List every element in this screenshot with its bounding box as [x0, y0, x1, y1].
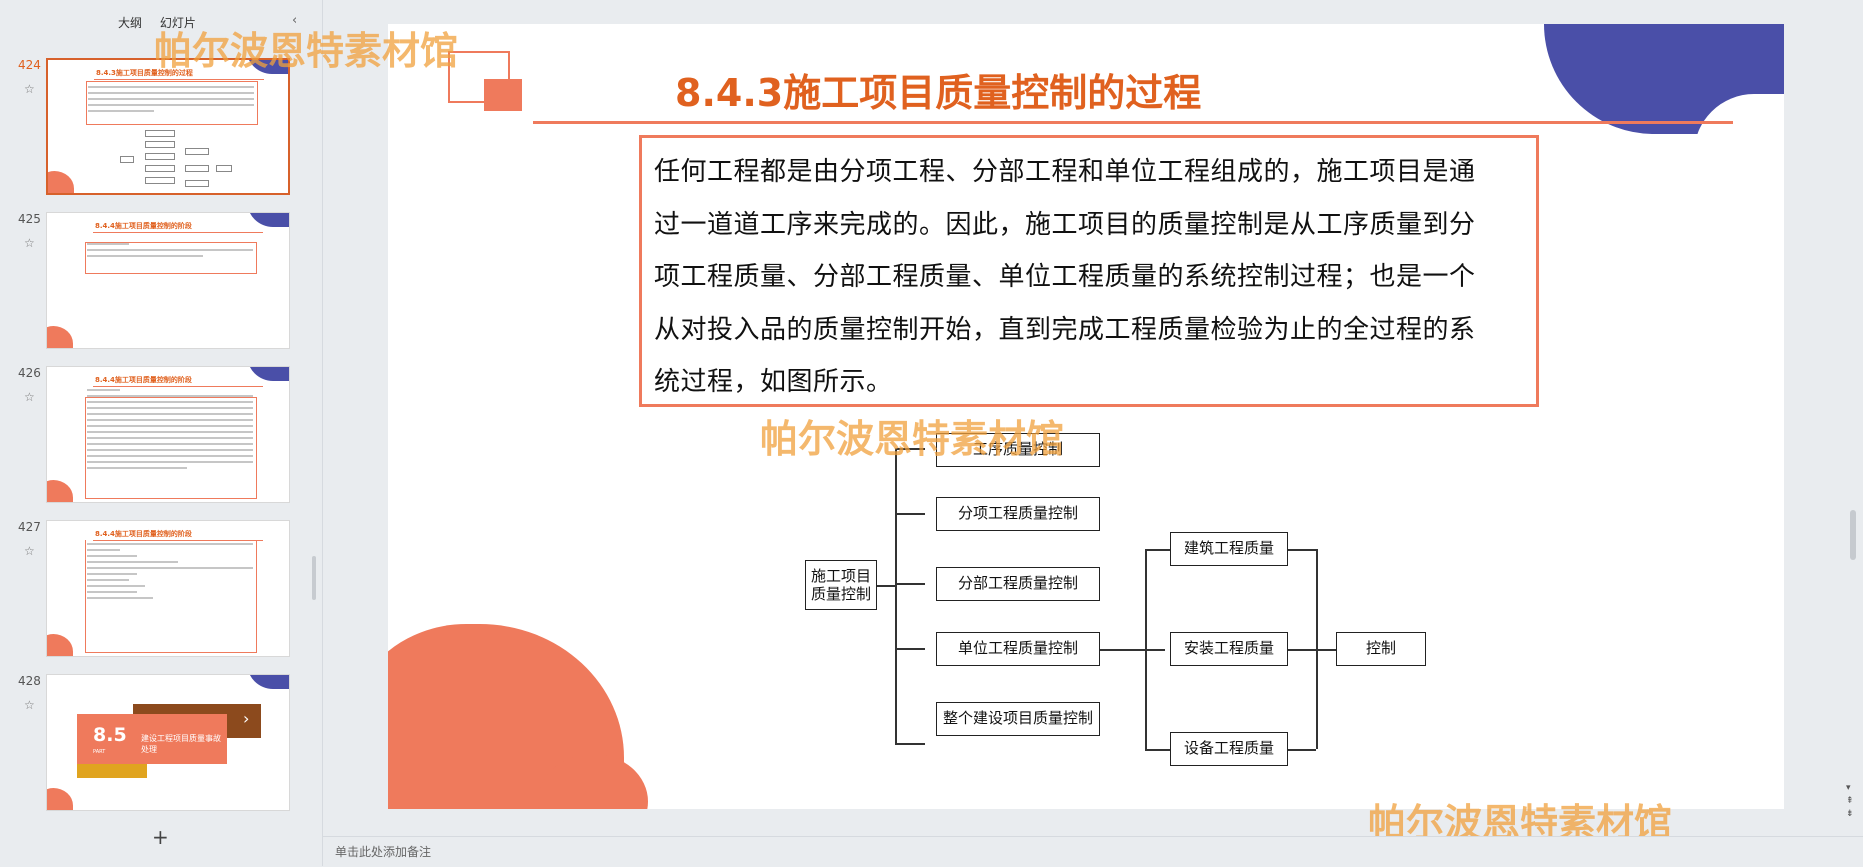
previous-page-icon: ⇞	[1846, 796, 1854, 806]
thumbnail-title: 8.4.4施工项目质量控制的阶段	[95, 376, 192, 384]
thumbnail-title: 8.4.4施工项目质量控制的阶段	[95, 530, 192, 538]
tab-outline[interactable]: 大纲	[118, 16, 142, 30]
body-line: 从对投入品的质量控制开始，直到完成工程质量检验为止的全过程的系	[654, 314, 1476, 345]
diagram-node: 控制	[1336, 632, 1426, 666]
mini-node	[145, 177, 175, 184]
vertical-scrollbar[interactable]	[1850, 510, 1856, 560]
decoration-blue	[247, 367, 289, 381]
thumbnail-row[interactable]: 428 ☆ 8.5 PART 建设工程项目质量事故处理 ›	[0, 674, 322, 814]
text-lines	[88, 82, 254, 116]
mini-node	[185, 148, 209, 155]
body-line: 统过程，如图所示。	[654, 367, 893, 397]
mini-node	[145, 153, 175, 160]
star-icon[interactable]: ☆	[24, 698, 35, 712]
title-rule	[94, 79, 264, 80]
text-lines	[87, 239, 253, 261]
star-icon[interactable]: ☆	[24, 82, 35, 96]
slide-number: 425	[18, 212, 41, 226]
slide-number: 427	[18, 520, 41, 534]
diagram-node: 安装工程质量	[1170, 632, 1288, 666]
next-page-icon: ⇟	[1846, 809, 1854, 819]
connector	[1288, 749, 1316, 751]
decoration-blue	[247, 213, 289, 227]
body-text-box[interactable]: 任何工程都是由分项工程、分部工程和单位工程组成的，施工项目是通 过一道道工序来完…	[639, 135, 1539, 407]
slide-thumbnail-panel: 大纲 幻灯片 ‹ 424 ☆ 8.4.3施工项目质量控制的过程 425 ☆ 8.…	[0, 0, 323, 866]
panel-splitter-handle[interactable]	[312, 556, 316, 600]
star-icon[interactable]: ☆	[24, 390, 35, 404]
body-line: 过一道道工序来完成的。因此，施工项目的质量控制是从工序质量到分	[654, 209, 1476, 240]
mini-node	[145, 130, 175, 137]
slide-number: 424	[18, 58, 41, 72]
connector	[1100, 649, 1165, 651]
decoration-orange	[47, 326, 73, 348]
diagram-node: 分部工程质量控制	[936, 567, 1100, 601]
decoration-orange	[47, 480, 73, 502]
diagram-node: 建筑工程质量	[1170, 532, 1288, 566]
thumbnail-row[interactable]: 427 ☆ 8.4.4施工项目质量控制的阶段	[0, 520, 322, 660]
diagram-node: 设备工程质量	[1170, 732, 1288, 766]
mini-node	[185, 165, 209, 172]
connector	[1288, 549, 1316, 551]
slide-title[interactable]: 8.4.3施工项目质量控制的过程	[675, 62, 1201, 117]
watermark: 帕尔波恩特素材馆	[760, 416, 1065, 461]
decoration-orange	[47, 634, 73, 656]
title-decoration-square	[484, 79, 522, 111]
connector	[895, 583, 925, 585]
body-line: 任何工程都是由分项工程、分部工程和单位工程组成的，施工项目是通	[654, 157, 1476, 187]
connector	[895, 448, 897, 743]
diagram-node: 整个建设项目质量控制	[936, 702, 1100, 736]
add-slide-button[interactable]: +	[152, 825, 169, 849]
connector	[1145, 549, 1147, 749]
cover-band	[77, 764, 147, 778]
diagram-node: 分项工程质量控制	[936, 497, 1100, 531]
body-line: 项工程质量、分部工程质量、单位工程质量的系统控制过程；也是一个	[654, 262, 1476, 292]
slide-thumbnail[interactable]: 8.4.4施工项目质量控制的阶段	[46, 520, 290, 657]
mini-node	[185, 180, 209, 187]
connector	[895, 743, 925, 745]
star-icon[interactable]: ☆	[24, 236, 35, 250]
connector	[895, 648, 925, 650]
cover-title: 建设工程项目质量事故处理	[141, 734, 221, 754]
mini-node	[120, 156, 134, 163]
connector	[877, 585, 895, 587]
mini-node	[216, 165, 232, 172]
thumbnail-row[interactable]: 425 ☆ 8.4.4施工项目质量控制的阶段	[0, 212, 322, 352]
star-icon[interactable]: ☆	[24, 544, 35, 558]
notes-placeholder[interactable]: 单击此处添加备注	[335, 843, 431, 860]
slide-thumbnail[interactable]: 8.4.4施工项目质量控制的阶段	[46, 212, 290, 349]
text-lines	[87, 385, 253, 473]
mini-node	[145, 165, 175, 172]
thumbnail-row[interactable]: 424 ☆ 8.4.3施工项目质量控制的过程	[0, 58, 322, 198]
cover-number: 8.5	[93, 724, 127, 746]
watermark: 帕尔波恩特素材馆	[154, 28, 459, 73]
chevron-down-icon: ▾	[1846, 783, 1851, 793]
mini-node	[145, 141, 175, 148]
connector	[1145, 749, 1170, 751]
thumbnail-row[interactable]: 426 ☆ 8.4.4施工项目质量控制的阶段	[0, 366, 322, 506]
chevron-right-icon: ›	[243, 709, 250, 728]
connector	[1288, 649, 1336, 651]
connector	[895, 513, 925, 515]
decoration-orange	[48, 171, 74, 193]
notes-pane[interactable]: 单击此处添加备注	[323, 836, 1863, 867]
page-nav-icons[interactable]: ▾ ⇞ ⇟	[1846, 782, 1854, 821]
diagram-node: 单位工程质量控制	[936, 632, 1100, 666]
title-rule	[533, 121, 1733, 124]
slide-number: 426	[18, 366, 41, 380]
title-rule	[93, 232, 263, 233]
slide-thumbnail[interactable]: 8.4.4施工项目质量控制的阶段	[46, 366, 290, 503]
slide-number: 428	[18, 674, 41, 688]
connector	[1145, 549, 1170, 551]
slide-canvas[interactable]: 8.4.3施工项目质量控制的过程 任何工程都是由分项工程、分部工程和单位工程组成…	[388, 24, 1784, 809]
slide-thumbnail[interactable]: 8.5 PART 建设工程项目质量事故处理 ›	[46, 674, 290, 811]
text-lines	[87, 539, 253, 603]
decoration-orange	[47, 788, 73, 810]
slide-thumbnail[interactable]: 8.4.3施工项目质量控制的过程	[46, 58, 290, 195]
decoration-blue	[247, 675, 289, 689]
diagram-root-node: 施工项目 质量控制	[805, 560, 877, 610]
cover-part-label: PART	[93, 749, 106, 755]
thumbnail-title: 8.4.4施工项目质量控制的阶段	[95, 222, 192, 230]
